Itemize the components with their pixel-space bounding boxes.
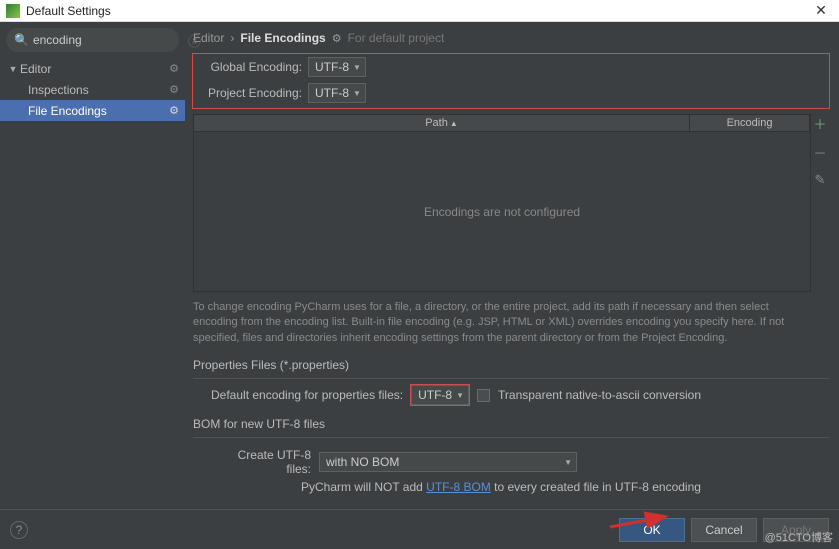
create-utf8-label: Create UTF-8 files: [211, 448, 311, 476]
sidebar-item-editor[interactable]: ▼ Editor ⚙ [0, 58, 185, 79]
close-icon[interactable]: ✕ [809, 2, 833, 19]
table-body: Encodings are not configured [193, 132, 811, 292]
transparent-ascii-label: Transparent native-to-ascii conversion [498, 388, 701, 402]
global-encoding-label: Global Encoding: [194, 60, 302, 74]
encodings-table: Path▲ Encoding Encodings are not configu… [193, 114, 811, 292]
gear-icon: ⚙ [169, 104, 179, 117]
project-encoding-combo[interactable]: UTF-8 ▼ [308, 83, 366, 103]
properties-default-label: Default encoding for properties files: [211, 388, 403, 402]
chevron-down-icon: ▼ [353, 89, 361, 98]
project-encoding-label: Project Encoding: [194, 86, 302, 100]
gear-icon: ⚙ [332, 32, 342, 45]
breadcrumb-leaf: File Encodings [240, 31, 325, 45]
breadcrumb-separator: › [230, 31, 234, 45]
gear-icon: ⚙ [169, 62, 179, 75]
ok-button[interactable]: OK [619, 518, 685, 542]
chevron-down-icon: ▼ [353, 63, 361, 72]
add-icon[interactable]: ＋ [813, 114, 826, 133]
sidebar-item-inspections[interactable]: Inspections ⚙ [0, 79, 185, 100]
remove-icon[interactable]: － [813, 143, 826, 162]
gear-icon: ⚙ [169, 83, 179, 96]
breadcrumb: Editor › File Encodings ⚙ For default pr… [193, 28, 829, 48]
sidebar-item-label: Editor [20, 62, 169, 76]
search-input[interactable] [33, 33, 188, 47]
search-box[interactable]: 🔍 ⓧ [6, 28, 179, 52]
encoding-hint: To change encoding PyCharm uses for a fi… [193, 300, 811, 346]
bom-section-title: BOM for new UTF-8 files [193, 417, 829, 431]
column-encoding[interactable]: Encoding [690, 115, 810, 131]
sidebar: 🔍 ⓧ ▼ Editor ⚙ Inspections ⚙ File Encodi… [0, 22, 185, 509]
clear-search-icon[interactable]: ⓧ [188, 31, 201, 50]
app-icon [6, 4, 20, 18]
column-path[interactable]: Path▲ [194, 115, 690, 131]
combo-value: UTF-8 [418, 388, 452, 402]
search-icon: 🔍 [14, 33, 29, 47]
combo-value: UTF-8 [315, 60, 349, 74]
sidebar-item-file-encodings[interactable]: File Encodings ⚙ [0, 100, 185, 121]
window-title: Default Settings [26, 4, 809, 18]
table-header: Path▲ Encoding [193, 114, 811, 132]
cancel-button[interactable]: Cancel [691, 518, 757, 542]
breadcrumb-note: For default project [348, 31, 445, 45]
combo-value: with NO BOM [326, 455, 399, 469]
transparent-ascii-checkbox[interactable] [477, 389, 490, 402]
create-utf8-combo[interactable]: with NO BOM ▼ [319, 452, 577, 472]
bom-note: PyCharm will NOT add UTF-8 BOM to every … [301, 480, 829, 494]
properties-section-title: Properties Files (*.properties) [193, 358, 829, 372]
titlebar: Default Settings ✕ [0, 0, 839, 22]
help-icon[interactable]: ? [10, 521, 28, 539]
combo-value: UTF-8 [315, 86, 349, 100]
sidebar-item-label: File Encodings [28, 104, 169, 118]
edit-icon[interactable]: ✎ [815, 172, 826, 188]
utf8-bom-link[interactable]: UTF-8 BOM [426, 480, 491, 494]
chevron-down-icon: ▼ [564, 458, 572, 467]
table-empty-text: Encodings are not configured [424, 205, 580, 219]
global-encoding-combo[interactable]: UTF-8 ▼ [308, 57, 366, 77]
properties-encoding-combo[interactable]: UTF-8 ▼ [411, 385, 469, 405]
watermark: @51CTO博客 [765, 529, 833, 545]
dialog-footer: ? OK Cancel Apply [0, 509, 839, 549]
content-panel: Editor › File Encodings ⚙ For default pr… [185, 22, 839, 509]
sort-asc-icon: ▲ [450, 119, 458, 128]
chevron-down-icon: ▼ [6, 64, 20, 74]
sidebar-item-label: Inspections [28, 83, 169, 97]
chevron-down-icon: ▼ [456, 391, 464, 400]
